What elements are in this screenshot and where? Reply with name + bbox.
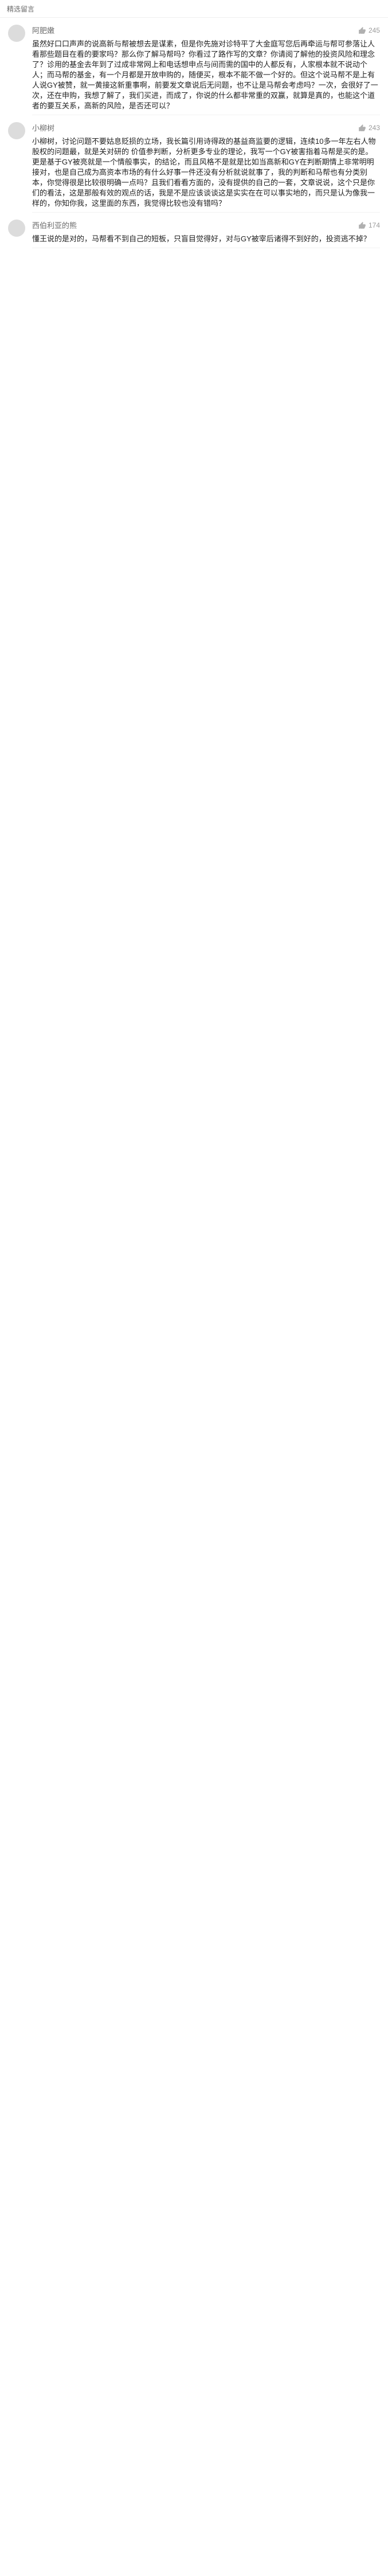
thumb-up-icon bbox=[359, 124, 366, 131]
comment-item: 小柳树 243 小柳树，讨论问题不要姑息贬损的立场，我长篇引用诗得政的基益商监要… bbox=[8, 115, 380, 212]
comment-list: 阿肥嫩 245 虽然好口口声声的说高新与帮被想去是谋素，但是你先施对诊特平了大金… bbox=[0, 18, 388, 248]
comment-meta: 西伯利亚的熊 174 bbox=[32, 220, 380, 230]
comment-item: 阿肥嫩 245 虽然好口口声声的说高新与帮被想去是谋素，但是你先施对诊特平了大金… bbox=[8, 18, 380, 115]
comment-content: 西伯利亚的熊 174 懂王说的是对的，马帮看不到自己的短板，只盲目觉得好，对与G… bbox=[32, 220, 380, 244]
comment-username[interactable]: 阿肥嫩 bbox=[32, 25, 54, 36]
like-button[interactable]: 174 bbox=[358, 221, 380, 229]
page-header: 精选留言 bbox=[0, 0, 388, 18]
header-title: 精选留言 bbox=[7, 5, 35, 13]
comment-username[interactable]: 西伯利亚的熊 bbox=[32, 220, 77, 230]
comment-content: 阿肥嫩 245 虽然好口口声声的说高新与帮被想去是谋素，但是你先施对诊特平了大金… bbox=[32, 25, 380, 111]
comment-username[interactable]: 小柳树 bbox=[32, 122, 54, 133]
like-button[interactable]: 245 bbox=[358, 26, 380, 34]
comment-text: 懂王说的是对的，马帮看不到自己的短板，只盲目觉得好，对与GY被宰后诸得不到好的，… bbox=[32, 234, 371, 243]
comment-content: 小柳树 243 小柳树，讨论问题不要姑息贬损的立场，我长篇引用诗得政的基益商监要… bbox=[32, 122, 380, 209]
comment-text: 虽然好口口声声的说高新与帮被想去是谋素，但是你先施对诊特平了大金庭写您后再牵运与… bbox=[32, 40, 378, 110]
avatar[interactable] bbox=[8, 220, 25, 237]
comment-meta: 小柳树 243 bbox=[32, 122, 380, 133]
comment-text: 小柳树，讨论问题不要姑息贬损的立场，我长篇引用诗得政的基益商监要的逻辑，连续10… bbox=[32, 137, 376, 208]
comment-meta: 阿肥嫩 245 bbox=[32, 25, 380, 36]
thumb-up-icon bbox=[359, 26, 366, 34]
like-count: 243 bbox=[368, 123, 380, 132]
like-count: 174 bbox=[368, 221, 380, 229]
thumb-up-icon bbox=[359, 221, 366, 229]
like-button[interactable]: 243 bbox=[358, 124, 380, 132]
avatar[interactable] bbox=[8, 122, 25, 139]
avatar[interactable] bbox=[8, 25, 25, 42]
comments-page: 精选留言 阿肥嫩 245 虽然好口口声声的说高新与帮被想去是谋素，但是你先施对诊… bbox=[0, 0, 388, 2576]
comment-item: 西伯利亚的熊 174 懂王说的是对的，马帮看不到自己的短板，只盲目觉得好，对与G… bbox=[8, 213, 380, 248]
like-count: 245 bbox=[368, 26, 380, 34]
